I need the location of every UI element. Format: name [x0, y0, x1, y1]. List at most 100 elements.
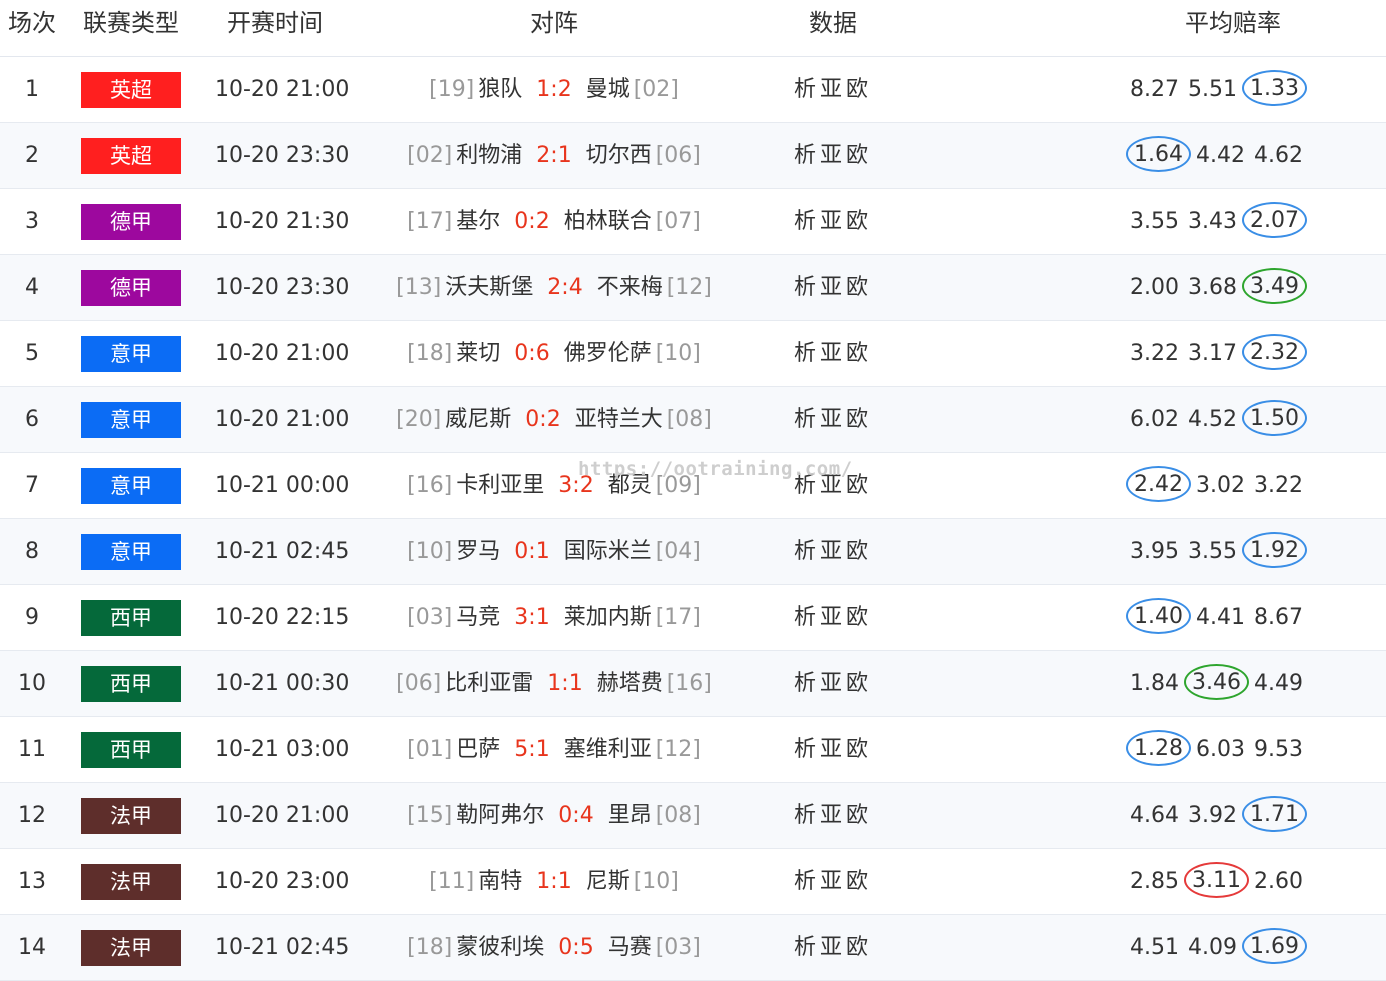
- european-odds-link[interactable]: 欧: [846, 539, 868, 564]
- european-odds-link[interactable]: 欧: [846, 737, 868, 762]
- asian-odds-link[interactable]: 亚: [820, 473, 842, 498]
- home-team[interactable]: 巴萨: [456, 737, 500, 762]
- analysis-link[interactable]: 析: [794, 209, 816, 234]
- analysis-link[interactable]: 析: [794, 737, 816, 762]
- asian-odds-link[interactable]: 亚: [820, 869, 842, 894]
- analysis-link[interactable]: 析: [794, 77, 816, 102]
- european-odds-link[interactable]: 欧: [846, 605, 868, 630]
- away-team[interactable]: 不来梅: [597, 275, 663, 300]
- match-score[interactable]: 0:4: [558, 803, 593, 828]
- analysis-link[interactable]: 析: [794, 869, 816, 894]
- league-badge[interactable]: 西甲: [81, 666, 181, 702]
- match-score[interactable]: 0:2: [514, 209, 549, 234]
- analysis-link[interactable]: 析: [794, 275, 816, 300]
- european-odds-link[interactable]: 欧: [846, 143, 868, 168]
- away-team[interactable]: 尼斯: [586, 869, 630, 894]
- away-team[interactable]: 赫塔费: [597, 671, 663, 696]
- league-badge[interactable]: 法甲: [81, 864, 181, 900]
- league-badge[interactable]: 意甲: [81, 534, 181, 570]
- home-team[interactable]: 罗马: [456, 539, 500, 564]
- european-odds-link[interactable]: 欧: [846, 935, 868, 960]
- league-badge[interactable]: 意甲: [81, 468, 181, 504]
- asian-odds-link[interactable]: 亚: [820, 935, 842, 960]
- asian-odds-link[interactable]: 亚: [820, 605, 842, 630]
- home-team[interactable]: 南特: [478, 869, 522, 894]
- league-badge[interactable]: 法甲: [81, 930, 181, 966]
- home-team[interactable]: 狼队: [478, 77, 522, 102]
- european-odds-link[interactable]: 欧: [846, 407, 868, 432]
- home-team[interactable]: 沃夫斯堡: [445, 275, 533, 300]
- european-odds-link[interactable]: 欧: [846, 473, 868, 498]
- analysis-link[interactable]: 析: [794, 143, 816, 168]
- away-team[interactable]: 国际米兰: [564, 539, 652, 564]
- european-odds-link[interactable]: 欧: [846, 209, 868, 234]
- league-badge[interactable]: 西甲: [81, 600, 181, 636]
- home-team[interactable]: 马竞: [456, 605, 500, 630]
- home-team[interactable]: 威尼斯: [445, 407, 511, 432]
- asian-odds-link[interactable]: 亚: [820, 77, 842, 102]
- analysis-link[interactable]: 析: [794, 605, 816, 630]
- asian-odds-link[interactable]: 亚: [820, 803, 842, 828]
- league-badge[interactable]: 英超: [81, 138, 181, 174]
- home-team[interactable]: 蒙彼利埃: [456, 935, 544, 960]
- analysis-link[interactable]: 析: [794, 539, 816, 564]
- league-badge[interactable]: 意甲: [81, 336, 181, 372]
- analysis-link[interactable]: 析: [794, 803, 816, 828]
- asian-odds-link[interactable]: 亚: [820, 143, 842, 168]
- asian-odds-link[interactable]: 亚: [820, 209, 842, 234]
- european-odds-link[interactable]: 欧: [846, 803, 868, 828]
- analysis-link[interactable]: 析: [794, 341, 816, 366]
- match-score[interactable]: 1:2: [536, 77, 571, 102]
- match-score[interactable]: 5:1: [514, 737, 549, 762]
- home-team[interactable]: 莱切: [456, 341, 500, 366]
- home-team[interactable]: 利物浦: [456, 143, 522, 168]
- match-score[interactable]: 2:4: [547, 275, 582, 300]
- analysis-link[interactable]: 析: [794, 935, 816, 960]
- away-team[interactable]: 莱加内斯: [564, 605, 652, 630]
- table-row: 8 意甲 10-21 02:45 [10] 罗马 0:1 国际米兰 [04] 析亚欧 3.95 3…: [0, 519, 1386, 585]
- european-odds-link[interactable]: 欧: [846, 341, 868, 366]
- european-odds-link[interactable]: 欧: [846, 77, 868, 102]
- match-score[interactable]: 3:2: [558, 473, 593, 498]
- european-odds-link[interactable]: 欧: [846, 869, 868, 894]
- match-score[interactable]: 1:1: [547, 671, 582, 696]
- away-team[interactable]: 都灵: [608, 473, 652, 498]
- match-score[interactable]: 0:6: [514, 341, 549, 366]
- match-score[interactable]: 0:2: [525, 407, 560, 432]
- asian-odds-link[interactable]: 亚: [820, 341, 842, 366]
- away-team[interactable]: 切尔西: [586, 143, 652, 168]
- league-badge[interactable]: 法甲: [81, 798, 181, 834]
- match-score[interactable]: 1:1: [536, 869, 571, 894]
- league-badge[interactable]: 德甲: [81, 270, 181, 306]
- asian-odds-link[interactable]: 亚: [820, 539, 842, 564]
- away-team[interactable]: 马赛: [608, 935, 652, 960]
- analysis-link[interactable]: 析: [794, 407, 816, 432]
- league-badge[interactable]: 英超: [81, 72, 181, 108]
- away-team[interactable]: 佛罗伦萨: [564, 341, 652, 366]
- away-team[interactable]: 里昂: [608, 803, 652, 828]
- home-team[interactable]: 基尔: [456, 209, 500, 234]
- analysis-link[interactable]: 析: [794, 671, 816, 696]
- match-score[interactable]: 2:1: [536, 143, 571, 168]
- average-odds: 1.40 4.41 8.67: [1126, 585, 1304, 650]
- asian-odds-link[interactable]: 亚: [820, 275, 842, 300]
- asian-odds-link[interactable]: 亚: [820, 671, 842, 696]
- match-score[interactable]: 0:1: [514, 539, 549, 564]
- away-team[interactable]: 亚特兰大: [575, 407, 663, 432]
- match-score[interactable]: 3:1: [514, 605, 549, 630]
- league-badge[interactable]: 西甲: [81, 732, 181, 768]
- match-score[interactable]: 0:5: [558, 935, 593, 960]
- away-team[interactable]: 曼城: [586, 77, 630, 102]
- asian-odds-link[interactable]: 亚: [820, 407, 842, 432]
- european-odds-link[interactable]: 欧: [846, 275, 868, 300]
- home-team[interactable]: 卡利亚里: [456, 473, 544, 498]
- home-team[interactable]: 勒阿弗尔: [456, 803, 544, 828]
- league-badge[interactable]: 意甲: [81, 402, 181, 438]
- asian-odds-link[interactable]: 亚: [820, 737, 842, 762]
- analysis-link[interactable]: 析: [794, 473, 816, 498]
- european-odds-link[interactable]: 欧: [846, 671, 868, 696]
- league-badge[interactable]: 德甲: [81, 204, 181, 240]
- away-team[interactable]: 柏林联合: [564, 209, 652, 234]
- home-team[interactable]: 比利亚雷: [445, 671, 533, 696]
- away-team[interactable]: 塞维利亚: [564, 737, 652, 762]
